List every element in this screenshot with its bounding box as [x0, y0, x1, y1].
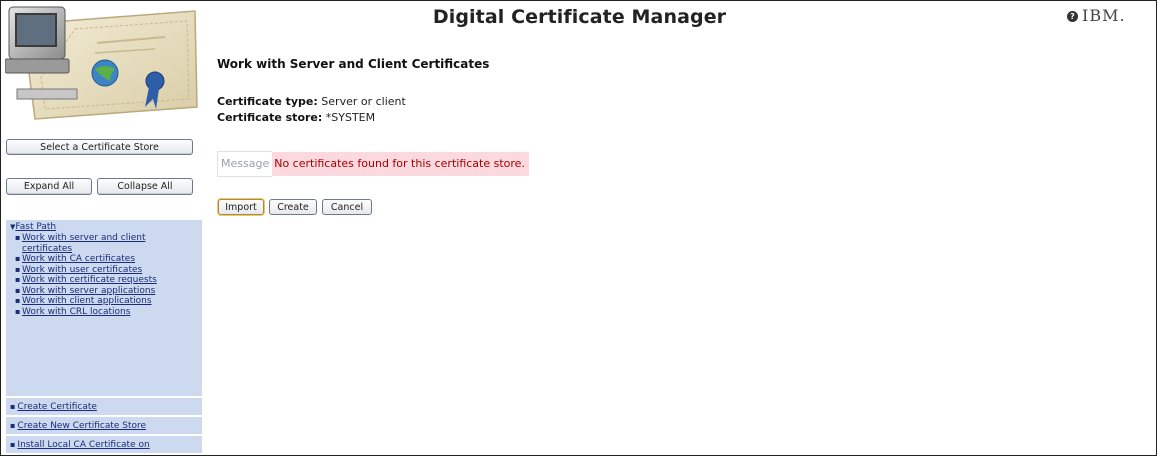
sidebar: Select a Certificate Store Expand All Co…	[1, 1, 202, 455]
link-user-certs[interactable]: Work with user certificates	[22, 265, 142, 275]
link-crl-locations[interactable]: Work with CRL locations	[22, 307, 130, 317]
link-cert-requests[interactable]: Work with certificate requests	[22, 275, 157, 285]
sidebar-item-create-store[interactable]: Create New Certificate Store	[6, 417, 202, 434]
message-text: No certificates found for this certifica…	[272, 151, 529, 176]
fast-path-item[interactable]: Work with client applications	[15, 296, 198, 307]
page-header-title: Digital Certificate Manager	[432, 6, 727, 28]
fast-path-list: Work with server and client certificates…	[10, 233, 198, 317]
certificate-type-label: Certificate type:	[217, 95, 318, 108]
ibm-logo: IBM.	[1082, 6, 1126, 25]
fast-path-panel: ▼Fast Path Work with server and client c…	[6, 220, 202, 396]
create-certificate-link[interactable]: Create Certificate	[17, 402, 97, 412]
fast-path-item[interactable]: Work with server and client certificates	[15, 233, 198, 254]
fast-path-item[interactable]: Work with user certificates	[15, 265, 198, 276]
sidebar-item-create-certificate[interactable]: Create Certificate	[6, 398, 202, 415]
question-circle-icon[interactable]: ?	[1067, 11, 1078, 22]
install-ca-link[interactable]: Install Local CA Certificate on	[17, 440, 149, 450]
fast-path-item[interactable]: Work with CA certificates	[15, 254, 198, 265]
create-button[interactable]: Create	[269, 199, 317, 215]
fast-path-item[interactable]: Work with CRL locations	[15, 307, 198, 318]
app-window: Select a Certificate Store Expand All Co…	[0, 0, 1157, 456]
cancel-button[interactable]: Cancel	[322, 199, 372, 215]
certificate-type-value: Server or client	[321, 95, 406, 108]
expand-all-button[interactable]: Expand All	[6, 178, 92, 195]
import-button[interactable]: Import	[218, 199, 264, 215]
collapse-all-button[interactable]: Collapse All	[97, 178, 193, 195]
fast-path-heading[interactable]: ▼Fast Path	[10, 222, 198, 233]
link-ca-certs[interactable]: Work with CA certificates	[22, 254, 135, 264]
certificate-store-value: *SYSTEM	[325, 111, 376, 124]
fast-path-item[interactable]: Work with certificate requests	[15, 275, 198, 286]
sidebar-item-install-ca[interactable]: Install Local CA Certificate on	[6, 436, 202, 453]
create-store-link[interactable]: Create New Certificate Store	[17, 421, 146, 431]
link-client-apps[interactable]: Work with client applications	[22, 296, 152, 306]
fast-path-item[interactable]: Work with server applications	[15, 286, 198, 297]
link-server-apps[interactable]: Work with server applications	[22, 286, 155, 296]
message-box: Message No certificates found for this c…	[217, 150, 529, 177]
link-server-client-certs[interactable]: Work with server and client certificates	[22, 233, 145, 254]
message-label: Message	[217, 150, 273, 177]
certificate-type-row: Certificate type: Server or client	[217, 95, 406, 108]
certificate-store-row: Certificate store: *SYSTEM	[217, 111, 375, 124]
select-certificate-store-button[interactable]: Select a Certificate Store	[6, 139, 193, 155]
page-title: Work with Server and Client Certificates	[217, 57, 490, 71]
fast-path-link[interactable]: Fast Path	[15, 222, 56, 232]
certificate-store-label: Certificate store:	[217, 111, 323, 124]
